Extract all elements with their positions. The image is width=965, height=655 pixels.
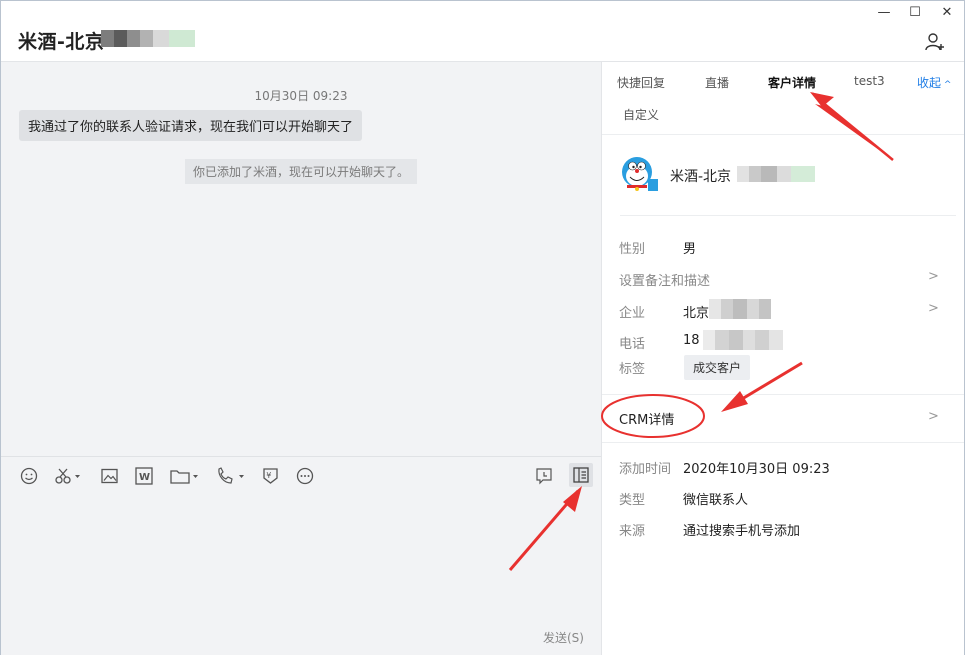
- company-label: 企业: [619, 306, 646, 321]
- chevron-right-icon[interactable]: >: [928, 269, 939, 284]
- svg-text:¥: ¥: [266, 471, 271, 480]
- phone-label: 电话: [619, 337, 646, 352]
- maximize-button[interactable]: ☐: [905, 5, 925, 20]
- app-window: 米酒-北京 — ☐ ✕ 10月30日 09:23 我通过了你的联系人验证请求，现…: [0, 0, 965, 655]
- folder-icon[interactable]: [170, 467, 200, 485]
- added-time-value: 2020年10月30日 09:23: [683, 462, 830, 477]
- redacted-mosaic: [101, 30, 195, 47]
- tabs-divider: [602, 134, 964, 135]
- send-button[interactable]: 发送(S): [543, 629, 584, 646]
- section-divider: [620, 215, 956, 216]
- gender-label: 性别: [619, 242, 646, 257]
- scissors-icon[interactable]: [54, 467, 82, 485]
- section-divider: [602, 442, 964, 443]
- message-input[interactable]: [1, 494, 601, 655]
- source-label: 来源: [619, 524, 646, 539]
- red-packet-icon[interactable]: ¥: [262, 467, 279, 485]
- side-panel-toggle-icon: [573, 467, 589, 483]
- gender-value: 男: [683, 242, 697, 257]
- tab-test3[interactable]: test3: [854, 74, 885, 88]
- title-bar: 米酒-北京 — ☐ ✕: [1, 1, 964, 62]
- tag-label: 标签: [619, 362, 646, 377]
- collapse-button[interactable]: 收起 ^: [917, 74, 951, 91]
- message-timestamp: 10月30日 09:23: [254, 89, 348, 103]
- chevron-right-icon[interactable]: >: [928, 409, 939, 424]
- word-icon[interactable]: W: [135, 467, 153, 485]
- tab-live[interactable]: 直播: [705, 74, 729, 91]
- more-icon[interactable]: [296, 467, 314, 485]
- close-button[interactable]: ✕: [937, 5, 957, 20]
- redacted-mosaic: [703, 330, 783, 350]
- contact-name: 米酒-北京: [670, 169, 732, 185]
- contact-avatar: [622, 157, 658, 191]
- added-time-label: 添加时间: [619, 462, 672, 477]
- remark-setting[interactable]: 设置备注和描述: [619, 270, 710, 289]
- chat-title: 米酒-北京: [18, 31, 105, 53]
- company-value[interactable]: 北京: [683, 302, 709, 321]
- phone-value: 18: [683, 333, 700, 348]
- system-notice: 你已添加了米酒，现在可以开始聊天了。: [185, 159, 418, 184]
- redacted-mosaic: [737, 166, 815, 182]
- chevron-right-icon[interactable]: >: [928, 301, 939, 316]
- phone-icon[interactable]: [216, 467, 246, 485]
- chevron-up-icon: ^: [941, 80, 952, 90]
- chat-message-area: 10月30日 09:23 我通过了你的联系人验证请求，现在我们可以开始聊天了 你…: [1, 62, 601, 456]
- redacted-mosaic: [709, 299, 771, 319]
- add-member-icon[interactable]: [924, 31, 946, 53]
- tab-quick-reply[interactable]: 快捷回复: [617, 74, 665, 91]
- type-label: 类型: [619, 493, 646, 508]
- tab-customer-detail[interactable]: 客户详情: [768, 74, 816, 91]
- svg-text:W: W: [139, 472, 150, 483]
- section-divider: [602, 394, 964, 395]
- tag-chip[interactable]: 成交客户: [684, 355, 751, 380]
- composer-toolbar: W ¥: [1, 456, 601, 495]
- chat-history-icon[interactable]: [535, 467, 553, 485]
- image-icon[interactable]: [101, 467, 118, 485]
- minimize-button[interactable]: —: [874, 5, 894, 20]
- message-bubble[interactable]: 我通过了你的联系人验证请求，现在我们可以开始聊天了: [19, 110, 363, 141]
- crm-detail-link[interactable]: CRM详情: [619, 409, 674, 428]
- tab-custom[interactable]: 自定义: [623, 106, 659, 123]
- source-value: 通过搜索手机号添加: [683, 524, 801, 539]
- emoji-icon[interactable]: [20, 467, 38, 485]
- customer-detail-panel: 快捷回复 直播 客户详情 test3 收起 ^ 自定义 米酒-北京 性别 男 设…: [602, 62, 964, 655]
- type-value: 微信联系人: [683, 493, 749, 508]
- side-panel-toggle-button[interactable]: [569, 463, 593, 487]
- collapse-label: 收起: [917, 76, 942, 90]
